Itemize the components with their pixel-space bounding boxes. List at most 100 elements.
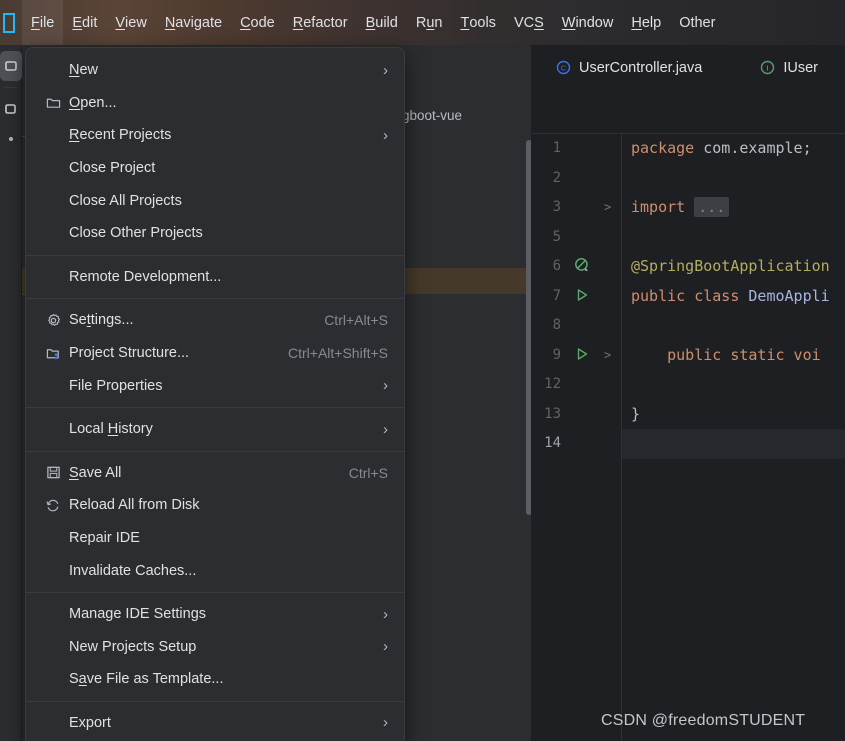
code-line[interactable]	[622, 164, 845, 194]
menu-separator	[26, 254, 404, 256]
gutter-row[interactable]: 13	[532, 400, 621, 430]
menubar-item-vcs[interactable]: VC S	[505, 0, 553, 45]
editor-tab-usercontroller[interactable]: C UserController.java	[532, 45, 716, 90]
menubar-item-help[interactable]: Help	[622, 0, 670, 45]
menu-item-invalidate-caches[interactable]: Invalidate Caches...	[26, 554, 404, 587]
gutter-row[interactable]: 12	[532, 370, 621, 400]
run-icon	[577, 288, 588, 301]
menu-item-label: Reload All from Disk	[69, 497, 200, 514]
jetbrains-logo-icon	[3, 12, 15, 33]
file-menu-popup[interactable]: New › Open... Recent Projects › Close Project…	[25, 47, 405, 741]
menu-item-new-projects-setup[interactable]: New Projects Setup ›	[26, 631, 404, 664]
editor-gutter[interactable]: 1 2 3 >5 6 7 8 9 >12 13 14	[532, 134, 622, 741]
menubar-item-edit[interactable]: Edit	[63, 0, 106, 45]
gutter-row[interactable]: 2	[532, 164, 621, 194]
menubar-item-view[interactable]: View	[106, 0, 155, 45]
menubar-item-window[interactable]: Window	[553, 0, 623, 45]
menubar-item-tools[interactable]: Tools	[451, 0, 504, 45]
left-tool-window-strip	[0, 45, 22, 741]
code-token: com.example;	[694, 139, 812, 157]
menu-item-label: Save File as Template...	[69, 671, 224, 688]
menu-item-label: Settings...	[69, 312, 134, 329]
menu-item-shortcut: Ctrl+S	[348, 464, 388, 481]
menu-item-project-structure[interactable]: Project Structure... Ctrl+Alt+Shift+S	[26, 337, 404, 370]
code-text-area[interactable]: package com.example; import ... @SpringBoo…	[622, 134, 845, 741]
run-icon[interactable]	[574, 346, 592, 364]
gutter-row[interactable]: 5	[532, 223, 621, 253]
menu-item-close-all-projects[interactable]: Close All Projects	[26, 184, 404, 217]
menu-item-manage-ide-settings[interactable]: Manage IDE Settings ›	[26, 598, 404, 631]
main-menu-bar: File Edit View Navigate Code Refactor Build Ru n…	[0, 0, 845, 45]
menu-item-remote-development[interactable]: Remote Development...	[26, 261, 404, 294]
chevron-right-icon: ›	[383, 126, 388, 144]
menubar-item-file[interactable]: File	[22, 0, 64, 45]
editor-tab-label: IUser	[783, 59, 818, 76]
menu-item-label: Open...	[69, 94, 117, 111]
no-usage-icon[interactable]	[574, 257, 592, 275]
line-number: 8	[552, 317, 561, 333]
menubar-item-refactor[interactable]: Refactor	[284, 0, 357, 45]
menu-item-settings[interactable]: Settings... Ctrl+Alt+S	[26, 304, 404, 337]
bookmarks-tool-window-icon	[9, 137, 13, 141]
code-line[interactable]	[622, 311, 845, 341]
code-editor[interactable]: 1 2 3 >5 6 7 8 9 >12 13 14 package com.example; imp…	[532, 134, 845, 741]
code-line[interactable]	[622, 370, 845, 400]
code-token: DemoAppli	[748, 286, 830, 305]
menu-item-local-history[interactable]: Local History ›	[26, 413, 404, 446]
gutter-row[interactable]: 1	[532, 134, 621, 164]
menu-item-label: Save All	[69, 464, 122, 481]
code-fold-toggle[interactable]: >	[604, 193, 611, 223]
line-number: 13	[544, 405, 561, 422]
run-icon[interactable]	[574, 287, 592, 305]
menu-item-close-project[interactable]: Close Project	[26, 152, 404, 185]
project-structure-icon	[44, 346, 62, 361]
commit-tool-window-button[interactable]	[0, 94, 22, 124]
code-line[interactable]: public class DemoAppli	[622, 282, 845, 312]
menu-item-label: Close All Projects	[69, 192, 182, 209]
menu-item-new[interactable]: New ›	[26, 54, 404, 87]
menu-item-label: Close Other Projects	[69, 225, 203, 242]
menu-item-open[interactable]: Open...	[26, 87, 404, 120]
watermark-text: CSDN @freedomSTUDENT	[601, 712, 806, 729]
project-structure-icon	[46, 348, 59, 359]
no-usage-icon	[575, 258, 588, 271]
gutter-row[interactable]: 7	[532, 282, 621, 312]
code-line[interactable]: public static voi	[622, 341, 845, 371]
menu-item-label: Manage IDE Settings	[69, 606, 207, 623]
run-icon	[577, 347, 588, 360]
code-line[interactable]: }	[622, 400, 845, 430]
project-tool-window-button[interactable]	[0, 51, 22, 81]
code-line[interactable]	[622, 223, 845, 253]
menu-item-reload-all-from-disk[interactable]: Reload All from Disk	[26, 489, 404, 522]
gutter-row[interactable]: 14	[532, 429, 621, 459]
gutter-row[interactable]: 6	[532, 252, 621, 282]
menubar-item-run[interactable]: Run	[407, 0, 452, 45]
menu-item-file-properties[interactable]: File Properties ›	[26, 369, 404, 402]
menu-item-export[interactable]: Export ›	[26, 707, 404, 740]
menu-item-repair-ide[interactable]: Repair IDE	[26, 522, 404, 555]
menu-item-label: Close Project	[69, 160, 156, 177]
code-fold-toggle[interactable]: >	[604, 341, 611, 371]
bookmarks-tool-window-button[interactable]	[0, 124, 22, 154]
menubar-item-navigate[interactable]: Navigate	[156, 0, 231, 45]
code-token: import	[631, 198, 686, 216]
code-token: @SpringBootApplication	[631, 257, 830, 275]
menu-item-recent-projects[interactable]: Recent Projects ›	[26, 119, 404, 152]
gutter-row[interactable]: 9 >	[532, 341, 621, 371]
code-line[interactable]	[622, 429, 845, 459]
menu-item-label: File Properties	[69, 377, 163, 394]
menubar-item-build[interactable]: Build	[357, 0, 407, 45]
gutter-row[interactable]: 3 >	[532, 193, 621, 223]
code-line[interactable]: import ...	[622, 193, 845, 223]
menu-item-save-all[interactable]: Save All Ctrl+S	[26, 457, 404, 490]
menu-item-label: New	[69, 62, 99, 79]
menu-item-close-other-projects[interactable]: Close Other Projects	[26, 217, 404, 250]
menubar-item-code[interactable]: Code	[231, 0, 284, 45]
java-interface-icon: I	[761, 60, 775, 75]
code-line[interactable]: @SpringBootApplication	[622, 252, 845, 282]
editor-tab-iuser[interactable]: I IUser	[716, 45, 832, 90]
menubar-item-other[interactable]: Other	[670, 0, 724, 45]
code-line[interactable]: package com.example;	[622, 134, 845, 164]
menu-item-save-file-as-template[interactable]: Save File as Template...	[26, 663, 404, 696]
gutter-row[interactable]: 8	[532, 311, 621, 341]
